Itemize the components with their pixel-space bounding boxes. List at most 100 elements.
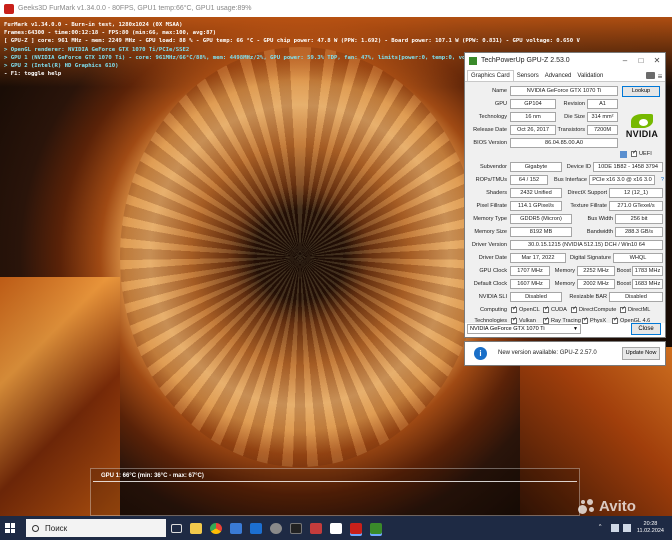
update-message: New version available: GPU-Z 2.57.0 [498, 350, 597, 356]
taskbar-app-furmark[interactable] [346, 516, 366, 540]
gpu-select-dropdown[interactable]: NVIDIA GeForce GTX 1070 Ti ▼ [467, 324, 581, 334]
bios-value: 86.04.85.00.A0 [510, 138, 618, 148]
gpuz-icon [370, 522, 382, 534]
texture-fillrate-value: 271.0 GTexel/s [609, 201, 663, 211]
taskbar-app-mail[interactable] [246, 516, 266, 540]
driver-version-value: 30.0.15.1215 (NVIDIA 512.15) DCH / Win10… [510, 240, 663, 250]
pixel-fillrate-value: 114.1 GPixel/s [510, 201, 562, 211]
taskbar-app-settings[interactable] [266, 516, 286, 540]
taskbar-app-chrome[interactable] [206, 516, 226, 540]
row-driver-date: Driver Date Mar 17, 2022 Digital Signatu… [465, 253, 665, 264]
resizable-bar-value: Disabled [609, 292, 663, 302]
row-memory-type: Memory Type GDDR5 (Micron) Bus Width 256… [465, 214, 665, 225]
graphics-card-panel: Name NVIDIA GeForce GTX 1070 Ti Lookup G… [465, 82, 665, 324]
rops-value: 64 / 152 [510, 175, 548, 185]
overlay-line: Frames:64300 - time:00:12:18 - FPS:80 (m… [4, 30, 217, 37]
taskbar-app-media[interactable] [326, 516, 346, 540]
chevron-up-icon[interactable]: ^ [599, 524, 607, 532]
mail-icon [250, 522, 262, 534]
memory-type-value: GDDR5 (Micron) [510, 214, 572, 224]
bandwidth-label: Bandwidth [586, 229, 613, 235]
system-tray: ^ 20:28 11.02.2024 [597, 521, 672, 535]
fur-donut [120, 47, 480, 467]
nvidia-eye-icon [631, 114, 653, 128]
directx-label: DirectX Support [567, 190, 607, 196]
row-bios-extra: UEFI [465, 149, 665, 160]
taskbar-app-store[interactable] [226, 516, 246, 540]
chrome-icon [210, 522, 222, 534]
gpuz-title: TechPowerUp GPU-Z 2.53.0 [481, 57, 570, 64]
overlay-line: [ GPU-Z ] core: 961 MHz - mem: 2249 MHz … [4, 38, 580, 45]
tab-sensors[interactable]: Sensors [514, 71, 542, 81]
row-default-clock: Default Clock 1607 MHz Memory 2002 MHz B… [465, 279, 665, 290]
close-icon[interactable]: ✕ [649, 56, 665, 65]
name-label: Name [492, 88, 507, 94]
gpuz-titlebar[interactable]: TechPowerUp GPU-Z 2.53.0 – □ ✕ [465, 53, 665, 68]
clock-date: 11.02.2024 [636, 528, 664, 534]
clock-time: 20:28 [643, 521, 658, 527]
resizable-bar-label: Resizable BAR [569, 294, 607, 300]
task-view-button[interactable] [166, 516, 186, 540]
hamburger-menu-icon[interactable]: ≡ [655, 72, 665, 81]
row-driver-version: Driver Version 30.0.15.1215 (NVIDIA 512.… [465, 240, 665, 251]
taskbar-app-explorer[interactable] [186, 516, 206, 540]
furmark-title: Geeks3D FurMark v1.34.0.0 - 80FPS, GPU1 … [18, 5, 252, 12]
windows-logo-icon [5, 523, 15, 533]
taskbar-app-terminal[interactable] [286, 516, 306, 540]
shaders-value: 2432 Unified [510, 188, 562, 198]
taskbar: Поиск ^ 20:28 11.02.2024 [0, 516, 672, 540]
close-button[interactable]: Close [631, 323, 661, 335]
gpu-clock-value: 1707 MHz [510, 266, 550, 276]
camera-icon[interactable] [646, 72, 655, 79]
bandwidth-value: 288.3 GB/s [615, 227, 663, 237]
sli-value: Disabled [510, 292, 562, 302]
device-id-label: Device ID [566, 164, 591, 170]
taskbar-app-photos[interactable] [306, 516, 326, 540]
digital-signature-label: Digital Signature [569, 255, 611, 261]
update-now-button[interactable]: Update Now [622, 347, 660, 360]
row-shaders: Shaders 2432 Unified DirectX Support 12 … [465, 188, 665, 199]
tab-advanced[interactable]: Advanced [542, 71, 575, 81]
volume-icon[interactable] [622, 524, 631, 532]
gpu-clock-memory-value: 2252 MHz [577, 266, 615, 276]
device-id-value: 10DE 1B82 - 1458 3794 [593, 162, 663, 172]
maximize-icon[interactable]: □ [633, 56, 649, 65]
release-date-value: Oct 26, 2017 [510, 125, 556, 135]
subvendor-value: Gigabyte [510, 162, 562, 172]
furmark-titlebar[interactable]: Geeks3D FurMark v1.34.0.0 - 80FPS, GPU1 … [0, 0, 672, 17]
row-subvendor: Subvendor Gigabyte Device ID 10DE 1B82 -… [465, 162, 665, 173]
default-clock-value: 1607 MHz [510, 279, 550, 289]
tab-graphics-card[interactable]: Graphics Card [467, 70, 514, 81]
memory-type-label: Memory Type [473, 216, 507, 222]
minimize-icon[interactable]: – [617, 56, 633, 65]
taskbar-clock[interactable]: 20:28 11.02.2024 [637, 521, 664, 535]
taskbar-app-gpuz[interactable] [366, 516, 386, 540]
network-icon[interactable] [610, 524, 619, 532]
digital-signature-value: WHQL [613, 253, 663, 263]
uefi-label: UEFI [639, 151, 652, 157]
temperature-graph: GPU 1: 66°C (min: 36°C - max: 67°C) [90, 468, 580, 516]
bus-width-value: 256 bit [615, 214, 663, 224]
driver-date-label: Driver Date [478, 255, 507, 261]
row-memory-size: Memory Size 8192 MB Bandwidth 288.3 GB/s [465, 227, 665, 238]
bus-interface-value: PCIe x16 3.0 @ x16 3.0 [589, 175, 655, 185]
taskbar-search[interactable]: Поиск [26, 519, 166, 537]
start-button[interactable] [0, 516, 20, 540]
tab-validation[interactable]: Validation [574, 71, 606, 81]
bios-export-icon[interactable] [620, 151, 627, 158]
release-date-label: Release Date [473, 127, 507, 133]
row-fillrate: Pixel Fillrate 114.1 GPixel/s Texture Fi… [465, 201, 665, 212]
bus-help-icon[interactable]: ? [656, 175, 664, 186]
directx-value: 12 (12_1) [609, 188, 663, 198]
lookup-button[interactable]: Lookup [622, 86, 660, 97]
gpuz-footer: NVIDIA GeForce GTX 1070 Ti ▼ Close [465, 306, 665, 336]
overlay-line: FurMark v1.34.0.0 - Burn-in test, 1280x1… [4, 22, 183, 28]
store-icon [230, 522, 242, 534]
name-value: NVIDIA GeForce GTX 1070 Ti [510, 86, 618, 96]
folder-icon [190, 522, 202, 534]
default-clock-boost-label: Boost [616, 281, 631, 287]
die-size-value: 314 mm² [587, 112, 618, 122]
sli-label: NVIDIA SLI [478, 294, 507, 300]
transistors-label: Transistors [557, 127, 585, 133]
bios-label: BIOS Version [473, 140, 507, 146]
